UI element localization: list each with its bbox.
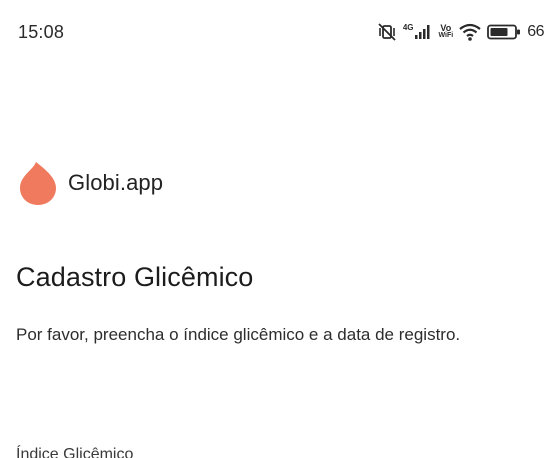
drop-logo-icon [16,160,58,206]
page-description: Por favor, preencha o índice glicêmico e… [16,325,461,344]
status-time: 15:08 [18,22,65,42]
volte-wifi-icon: Vo WiFi [438,23,454,40]
mute-vibrate-icon [377,23,397,41]
battery-icon [487,24,521,40]
page-title: Cadastro Glicêmico [16,262,254,292]
brand-name: Globi.app [68,170,164,195]
app-screen: 15:08 4G Vo WiFi 66 Globi.app Cadastro G… [0,0,550,458]
battery-level: 66 [527,23,544,40]
status-bar: 15:08 4G Vo WiFi 66 [0,0,550,62]
status-icons: 4G Vo WiFi 66 [377,20,544,44]
brand-header: Globi.app [16,160,163,206]
signal-icon: 4G [403,24,433,40]
wifi-icon [459,23,481,41]
glycemic-index-label: Índice Glicêmico [16,446,134,458]
network-label: 4G [402,23,414,32]
